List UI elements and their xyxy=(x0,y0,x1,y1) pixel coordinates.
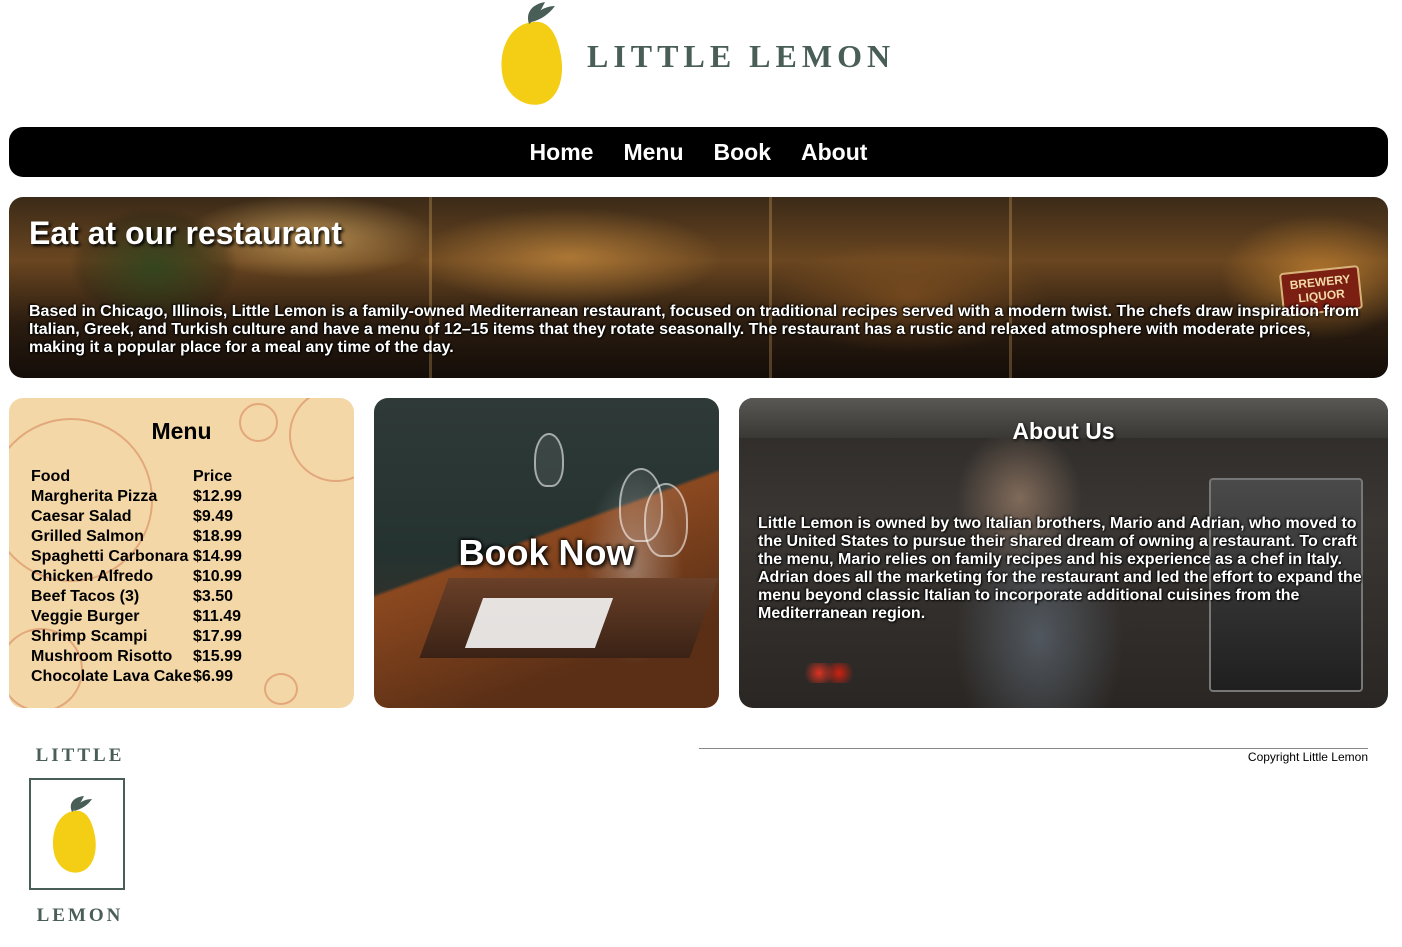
menu-row: Margherita Pizza $12.99 xyxy=(31,487,242,507)
menu-header-row: Food Price xyxy=(31,467,242,487)
menu-row: Mushroom Risotto $15.99 xyxy=(31,647,242,667)
menu-food: Shrimp Scampi xyxy=(31,628,148,645)
menu-header-price: Price xyxy=(193,468,233,485)
footer-divider xyxy=(699,748,1368,749)
menu-row: Caesar Salad $9.49 xyxy=(31,507,242,527)
lemon-logo-icon xyxy=(501,2,563,105)
menu-price: $3.50 xyxy=(193,588,234,605)
menu-price: $6.99 xyxy=(193,668,234,685)
menu-price: $10.99 xyxy=(193,568,242,585)
menu-food: Grilled Salmon xyxy=(31,528,144,545)
kitchen-image-decoration xyxy=(804,663,854,683)
about-description: Little Lemon is owned by two Italian bro… xyxy=(758,515,1362,622)
menu-price: $11.49 xyxy=(193,608,242,625)
menu-food: Spaghetti Carbonara xyxy=(31,548,189,565)
mushroom-doodle xyxy=(264,673,298,705)
menu-card: Menu Food Price Margherita Pizza $12.99 C… xyxy=(9,398,354,708)
book-now-button[interactable]: Book Now xyxy=(374,532,719,574)
hero-banner: BREWERY LIQUOR Eat at our restaurant Bas… xyxy=(9,197,1388,378)
menu-food: Mushroom Risotto xyxy=(31,648,173,665)
nav-book-link[interactable]: Book xyxy=(714,139,772,166)
footer-logo-bottom-word: LEMON xyxy=(36,905,124,926)
nav-about-link[interactable]: About xyxy=(801,139,867,166)
menu-title: Menu xyxy=(151,418,212,444)
about-title: About Us xyxy=(1012,418,1115,444)
footer-logo[interactable]: LITTLE LEMON xyxy=(26,745,134,930)
menu-row: Veggie Burger $11.49 xyxy=(31,607,242,627)
menu-row: Chocolate Lava Cake $6.99 xyxy=(31,667,242,687)
brand-name: LITTLE LEMON xyxy=(587,38,896,74)
menu-food: Beef Tacos (3) xyxy=(31,588,140,605)
menu-food: Margherita Pizza xyxy=(31,488,158,505)
menu-row: Chicken Alfredo $10.99 xyxy=(31,567,242,587)
menu-row: Spaghetti Carbonara $14.99 xyxy=(31,547,242,567)
menu-row: Shrimp Scampi $17.99 xyxy=(31,627,242,647)
menu-price: $18.99 xyxy=(193,528,242,545)
nav-menu-link[interactable]: Menu xyxy=(623,139,683,166)
menu-price: $14.99 xyxy=(193,548,242,565)
footer-logo-top-word: LITTLE xyxy=(35,745,125,766)
menu-row: Grilled Salmon $18.99 xyxy=(31,527,242,547)
nav-home-link[interactable]: Home xyxy=(530,139,594,166)
wine-glass-decoration xyxy=(534,433,564,487)
table-image-decoration xyxy=(464,598,614,648)
menu-food: Chicken Alfredo xyxy=(31,568,154,585)
menu-price: $9.49 xyxy=(193,508,234,525)
header-logo[interactable]: LITTLE LEMON xyxy=(495,0,905,110)
copyright-text: Copyright Little Lemon xyxy=(1247,750,1368,764)
menu-price: $12.99 xyxy=(193,488,242,505)
about-card: About Us Little Lemon is owned by two It… xyxy=(739,398,1388,708)
menu-table: Food Price Margherita Pizza $12.99 Caesar… xyxy=(31,467,242,687)
book-card[interactable]: Book Now xyxy=(374,398,719,708)
menu-food: Veggie Burger xyxy=(31,608,140,625)
menu-food: Caesar Salad xyxy=(31,508,132,525)
menu-food: Chocolate Lava Cake xyxy=(31,668,192,685)
main-nav: Home Menu Book About xyxy=(9,127,1388,177)
menu-row: Beef Tacos (3) $3.50 xyxy=(31,587,242,607)
menu-header-food: Food xyxy=(31,468,71,485)
menu-price: $17.99 xyxy=(193,628,242,645)
menu-price: $15.99 xyxy=(193,648,242,665)
lemon-logo-icon xyxy=(52,796,96,873)
hero-title: Eat at our restaurant xyxy=(29,215,342,251)
hero-description: Based in Chicago, Illinois, Little Lemon… xyxy=(29,303,1360,356)
